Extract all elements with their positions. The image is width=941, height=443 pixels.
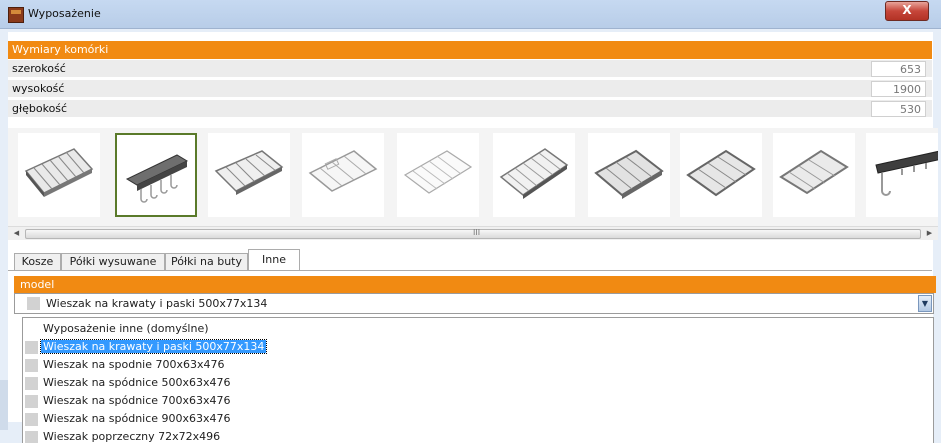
window-title: Wyposażenie bbox=[28, 7, 101, 20]
model-dropdown-list: Wyposażenie inne (domyślne) Wieszak na k… bbox=[22, 317, 934, 443]
option-swatch bbox=[25, 341, 38, 354]
width-row: szerokość 653 bbox=[8, 60, 932, 78]
wire-basket-icon bbox=[24, 148, 94, 197]
scroll-left-icon[interactable]: ◀ bbox=[10, 227, 23, 240]
model-swatch bbox=[27, 297, 40, 310]
model-header: model bbox=[14, 276, 936, 293]
tab-polki-wysuwane[interactable]: Półki wysuwane bbox=[61, 253, 165, 270]
app-icon bbox=[8, 7, 24, 23]
scrollbar-thumb[interactable]: III bbox=[25, 228, 921, 239]
tab-divider bbox=[8, 270, 932, 271]
option-label: Wyposażenie inne (domyślne) bbox=[43, 322, 209, 335]
gallery-thumb-tie-rack[interactable] bbox=[115, 133, 197, 217]
model-selected-value: Wieszak na krawaty i paski 500x77x134 bbox=[46, 297, 268, 310]
gallery-thumb-shoe-shelf-2[interactable] bbox=[680, 133, 762, 217]
product-gallery bbox=[8, 128, 938, 226]
height-field[interactable]: 1900 bbox=[871, 81, 926, 97]
shoe-shelf-icon bbox=[686, 149, 756, 197]
tie-rack-icon bbox=[125, 154, 189, 203]
option-label: Wieszak poprzeczny 72x72x496 bbox=[43, 430, 221, 443]
gallery-thumb-shoe-shelf-3[interactable] bbox=[773, 133, 855, 217]
tab-inne[interactable]: Inne bbox=[248, 249, 300, 270]
gallery-thumb-trouser-rack[interactable] bbox=[866, 133, 938, 217]
shoe-shelf-icon bbox=[594, 149, 664, 199]
depth-row: głębokość 530 bbox=[8, 100, 932, 118]
close-button[interactable]: X bbox=[885, 1, 929, 21]
option-label: Wieszak na spódnice 900x63x476 bbox=[43, 412, 231, 425]
model-option-skirts-500[interactable]: Wieszak na spódnice 500x63x476 bbox=[23, 374, 923, 392]
wire-basket-icon bbox=[499, 148, 569, 199]
scroll-right-icon[interactable]: ▶ bbox=[923, 227, 936, 240]
width-label: szerokość bbox=[12, 62, 66, 75]
depth-field[interactable]: 530 bbox=[871, 101, 926, 117]
model-select[interactable]: Wieszak na krawaty i paski 500x77x134 ▼ bbox=[14, 293, 934, 314]
height-label: wysokość bbox=[12, 82, 65, 95]
wire-basket-icon bbox=[214, 150, 284, 195]
gallery-thumb-basket-5[interactable] bbox=[493, 133, 575, 217]
dimensions-header: Wymiary komórki bbox=[8, 41, 932, 59]
model-option-skirts-900[interactable]: Wieszak na spódnice 900x63x476 bbox=[23, 410, 923, 428]
gallery-thumb-basket-2[interactable] bbox=[208, 133, 290, 217]
gallery-scrollbar[interactable]: ◀ III ▶ bbox=[8, 226, 938, 240]
model-option-default[interactable]: Wyposażenie inne (domyślne) bbox=[23, 320, 923, 338]
gallery-thumb-shoe-shelf-1[interactable] bbox=[588, 133, 670, 217]
model-option-cross-rack[interactable]: Wieszak poprzeczny 72x72x496 bbox=[23, 428, 923, 443]
option-swatch bbox=[25, 359, 38, 372]
option-swatch bbox=[25, 395, 38, 408]
gallery-thumb-basket-4[interactable] bbox=[397, 133, 479, 217]
model-option-skirts-700[interactable]: Wieszak na spódnice 700x63x476 bbox=[23, 392, 923, 410]
width-field[interactable]: 653 bbox=[871, 61, 926, 77]
option-label: Wieszak na spódnice 700x63x476 bbox=[43, 394, 231, 407]
tab-polki-na-buty[interactable]: Półki na buty bbox=[165, 253, 248, 270]
chevron-down-icon[interactable]: ▼ bbox=[918, 295, 932, 312]
gallery-thumb-basket-3[interactable] bbox=[302, 133, 384, 217]
title-bar[interactable]: Wyposażenie X bbox=[0, 0, 941, 29]
shoe-shelf-icon bbox=[779, 149, 849, 195]
gallery-thumb-basket-1[interactable] bbox=[18, 133, 100, 217]
tab-kosze[interactable]: Kosze bbox=[14, 253, 61, 270]
wire-basket-icon bbox=[403, 150, 473, 194]
option-swatch bbox=[25, 377, 38, 390]
option-swatch bbox=[25, 413, 38, 426]
model-option-tie-rack[interactable]: Wieszak na krawaty i paski 500x77x134 bbox=[23, 338, 923, 356]
option-label: Wieszak na krawaty i paski 500x77x134 bbox=[39, 339, 268, 354]
model-option-trousers-700[interactable]: Wieszak na spodnie 700x63x476 bbox=[23, 356, 923, 374]
equipment-window: Wyposażenie X Wymiary komórki szerokość … bbox=[0, 0, 941, 443]
option-label: Wieszak na spodnie 700x63x476 bbox=[43, 358, 225, 371]
window-frame-left bbox=[0, 380, 8, 430]
height-row: wysokość 1900 bbox=[8, 80, 932, 98]
wire-basket-icon bbox=[308, 150, 378, 192]
trouser-rack-icon bbox=[875, 150, 938, 196]
option-label: Wieszak na spódnice 500x63x476 bbox=[43, 376, 231, 389]
depth-label: głębokość bbox=[12, 102, 68, 115]
option-swatch bbox=[25, 431, 38, 443]
scrollbar-grip: III bbox=[473, 228, 481, 237]
